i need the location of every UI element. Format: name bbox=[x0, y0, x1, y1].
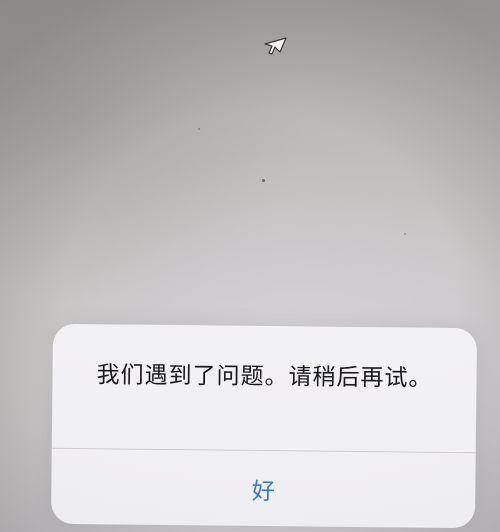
error-alert-dialog: 我们遇到了问题。请稍后再试。 好 bbox=[50, 323, 478, 529]
ok-button[interactable]: 好 bbox=[51, 449, 476, 528]
screen-dust-speck bbox=[198, 128, 200, 130]
screen-dust-speck bbox=[404, 233, 406, 235]
screen-dust-speck bbox=[262, 179, 265, 182]
mouse-pointer-icon bbox=[264, 37, 287, 55]
alert-message: 我们遇到了问题。请稍后再试。 bbox=[96, 362, 433, 392]
